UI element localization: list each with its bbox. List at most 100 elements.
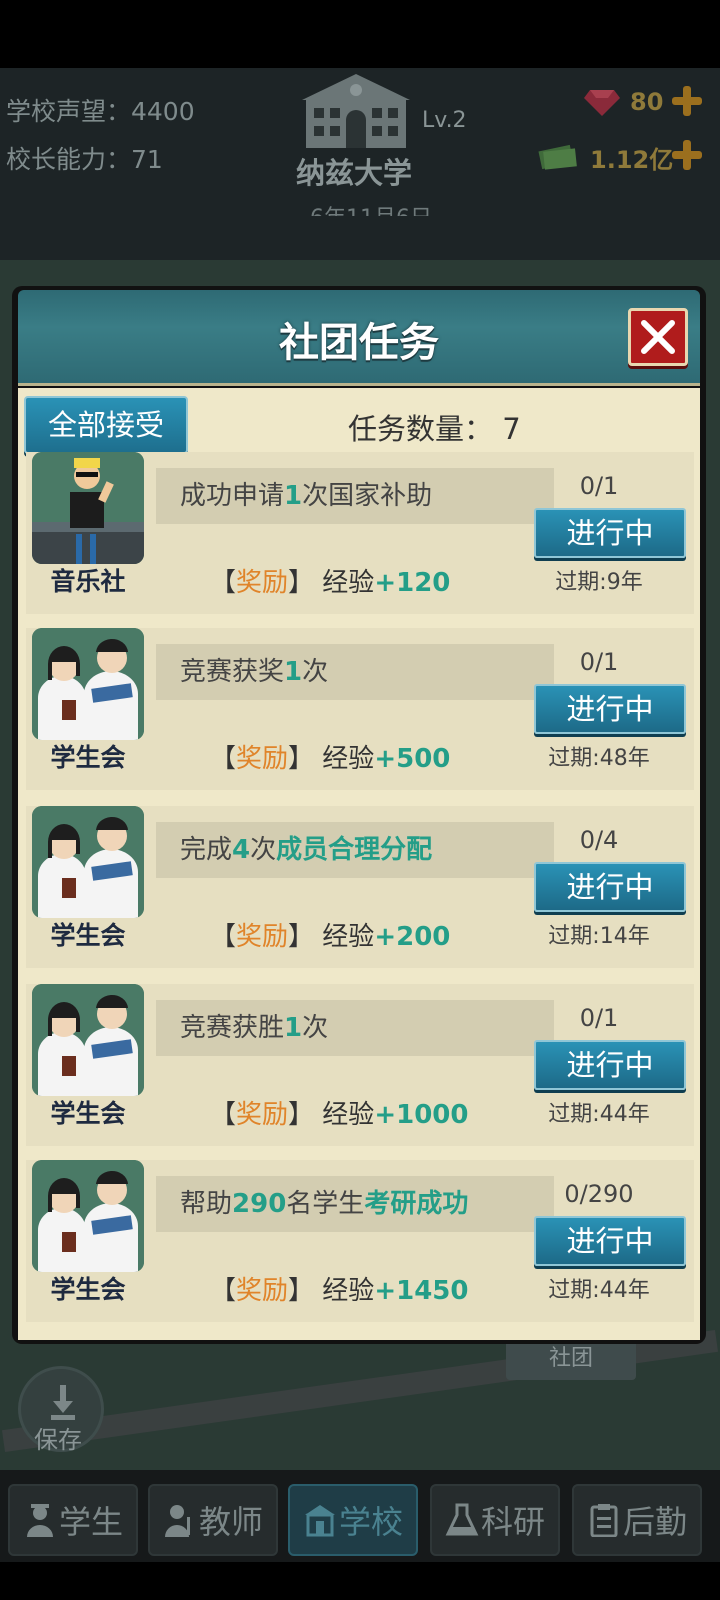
flask-icon: [445, 1503, 479, 1536]
task-expiry: 过期:9年: [555, 570, 643, 595]
task-count: 任务数量： 7: [348, 412, 521, 446]
nav-tab-students[interactable]: 学生: [8, 1484, 138, 1556]
club-name: 学生会: [50, 1275, 126, 1304]
add-money-icon[interactable]: [672, 140, 702, 170]
task-progress: 0/1: [579, 1004, 619, 1032]
nav-tab-teachers[interactable]: 教师: [148, 1484, 278, 1556]
in-progress-button[interactable]: 进行中: [534, 508, 686, 558]
game-date: 6年11月6日: [310, 200, 432, 216]
reward-label: 奖励: [236, 1276, 289, 1306]
task-count-value: 1: [284, 1013, 303, 1043]
student-icon: [26, 1504, 53, 1537]
principal-ability-stat: 校长能力：71: [6, 145, 163, 174]
accept-all-button[interactable]: 全部接受: [24, 396, 188, 454]
exp-label: 经验: [322, 1100, 375, 1130]
student-council-avatar: [32, 628, 144, 740]
close-button[interactable]: [628, 308, 688, 366]
student-council-avatar: [32, 1160, 144, 1272]
bracket: 【: [210, 744, 237, 774]
school-icon: [304, 1505, 335, 1537]
nav-label: 学生: [58, 1503, 123, 1541]
bracket: 】: [288, 568, 323, 598]
task-expiry: 过期:14年: [548, 924, 650, 949]
task-highlight: 考研成功: [364, 1189, 469, 1219]
nav-label: 后勤: [622, 1503, 687, 1541]
task-reward: 【奖励】 经验+500: [210, 738, 450, 775]
task-expiry: 过期:48年: [548, 746, 650, 771]
task-reward: 【奖励】 经验+120: [210, 562, 450, 599]
gem-count: 80: [630, 88, 664, 116]
club-sign[interactable]: 社团: [506, 1338, 636, 1380]
teacher-icon: [164, 1505, 190, 1537]
in-progress-button[interactable]: 进行中: [534, 684, 686, 734]
task-description: 竞赛获奖1次: [156, 644, 554, 700]
money-count: 1.12亿: [590, 146, 674, 174]
task-count-value: 1: [284, 657, 303, 687]
task-reward: 【奖励】 经验+1000: [210, 1094, 468, 1131]
task-progress: 0/1: [579, 472, 619, 500]
system-nav-bar: [0, 1562, 720, 1600]
task-text: 竞赛获奖: [180, 657, 285, 687]
exp-label: 经验: [322, 1276, 375, 1306]
modal-header: 社团任务: [18, 290, 700, 386]
reward-label: 奖励: [236, 922, 289, 952]
club-name: 学生会: [50, 1099, 126, 1128]
save-label: 保存: [34, 1426, 82, 1454]
club-name: 音乐社: [50, 567, 126, 596]
exp-value: +1000: [374, 1100, 469, 1130]
task-progress: 0/290: [564, 1180, 634, 1208]
club-name: 学生会: [50, 921, 126, 950]
exp-label: 经验: [322, 744, 375, 774]
exp-value: +120: [374, 568, 451, 598]
task-highlight: 成员合理分配: [276, 835, 433, 865]
in-progress-button[interactable]: 进行中: [534, 862, 686, 912]
reward-label: 奖励: [236, 744, 289, 774]
nav-tab-school[interactable]: 学校: [288, 1484, 418, 1556]
task-text: 名学生: [286, 1189, 365, 1219]
student-council-avatar: [32, 806, 144, 918]
club-name: 学生会: [50, 743, 126, 772]
nav-tab-logistics[interactable]: 后勤: [572, 1484, 702, 1556]
student-council-avatar: [32, 984, 144, 1096]
reward-label: 奖励: [236, 1100, 289, 1130]
bracket: 】: [288, 744, 323, 774]
task-text: 成功申请: [180, 481, 285, 511]
task-text: 次: [302, 1013, 329, 1043]
task-text: 完成: [180, 835, 233, 865]
task-text: 次国家补助: [302, 481, 433, 511]
task-expiry: 过期:44年: [548, 1102, 650, 1127]
task-description: 成功申请1次国家补助: [156, 468, 554, 524]
bracket: 】: [288, 1100, 323, 1130]
task-progress: 0/1: [579, 648, 619, 676]
nav-tab-research[interactable]: 科研: [430, 1484, 560, 1556]
task-text: 帮助: [180, 1189, 233, 1219]
in-progress-button[interactable]: 进行中: [534, 1216, 686, 1266]
task-text: 次: [302, 657, 329, 687]
music-club-avatar: [32, 452, 144, 564]
in-progress-button[interactable]: 进行中: [534, 1040, 686, 1090]
exp-value: +500: [374, 744, 451, 774]
bracket: 】: [288, 1276, 323, 1306]
exp-label: 经验: [322, 922, 375, 952]
task-reward: 【奖励】 经验+1450: [210, 1270, 468, 1307]
close-icon: [641, 320, 675, 354]
task-description: 竞赛获胜1次: [156, 1000, 554, 1056]
task-count-value: 290: [232, 1189, 287, 1219]
school-name: 纳兹大学: [296, 156, 413, 190]
bracket: 【: [210, 568, 237, 598]
task-count-value: 1: [284, 481, 303, 511]
exp-value: +200: [374, 922, 451, 952]
modal-title: 社团任务: [279, 320, 439, 366]
nav-label: 学校: [338, 1503, 403, 1541]
reward-label: 奖励: [236, 568, 289, 598]
task-text: 次: [250, 835, 277, 865]
task-expiry: 过期:44年: [548, 1278, 650, 1303]
add-gems-icon[interactable]: [672, 86, 702, 116]
exp-label: 经验: [322, 568, 375, 598]
bracket: 【: [210, 1100, 237, 1130]
nav-label: 科研: [480, 1503, 545, 1541]
task-progress: 0/4: [579, 826, 619, 854]
money-icon: [538, 144, 577, 170]
exp-value: +1450: [374, 1276, 469, 1306]
bracket: 】: [288, 922, 323, 952]
